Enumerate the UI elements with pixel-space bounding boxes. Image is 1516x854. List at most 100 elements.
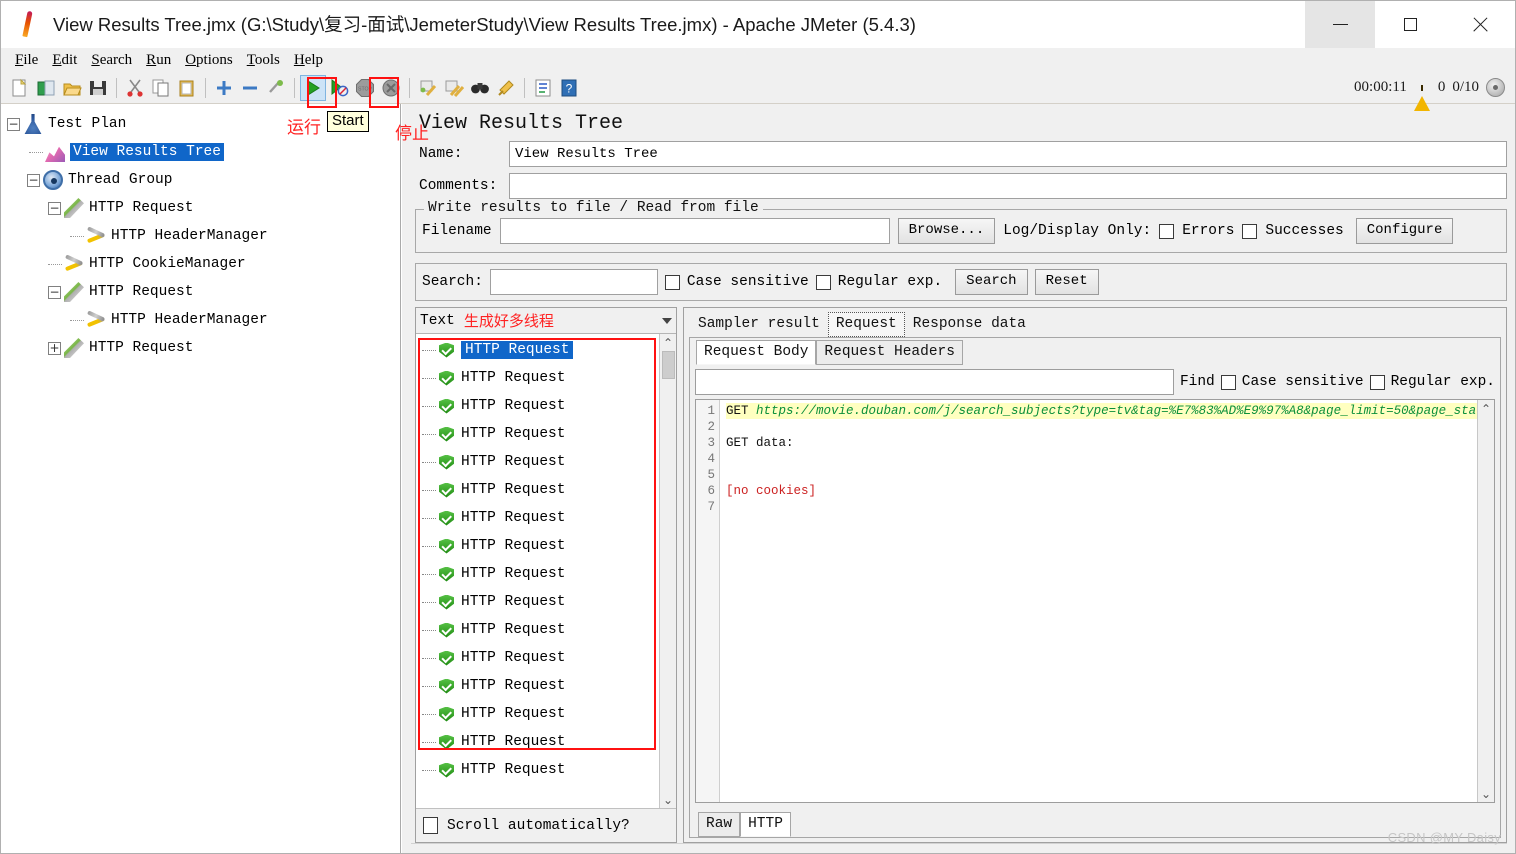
collapse-all-icon[interactable] xyxy=(237,75,263,101)
result-list-item[interactable]: HTTP Request xyxy=(416,672,659,700)
filename-input[interactable] xyxy=(499,218,890,244)
tree-node-http-request-3[interactable]: + HTTP Request xyxy=(7,334,400,362)
toolbar: STOP ? 00:00:11 0 0/10 xyxy=(1,72,1515,111)
new-icon[interactable] xyxy=(7,75,33,101)
menu-help[interactable]: Help xyxy=(287,52,330,69)
start-button[interactable] xyxy=(300,74,326,101)
tree-node-http-request-1[interactable]: − HTTP Request xyxy=(7,194,400,222)
tab-request-body[interactable]: Request Body xyxy=(696,340,817,365)
tab-raw[interactable]: Raw xyxy=(698,812,741,837)
expander-minus-icon[interactable]: − xyxy=(48,201,61,215)
result-list-item[interactable]: HTTP Request xyxy=(416,644,659,672)
successes-checkbox[interactable] xyxy=(1242,223,1258,239)
stop-button[interactable]: STOP xyxy=(352,75,378,101)
configure-button[interactable]: Configure xyxy=(1355,218,1454,244)
test-plan-tree[interactable]: − Test Plan View Results Tree − Thread G… xyxy=(1,104,401,853)
tree-node-cookie-manager[interactable]: HTTP CookieManager xyxy=(7,250,400,278)
tree-node-thread-group[interactable]: − Thread Group xyxy=(7,166,400,194)
result-list-item[interactable]: HTTP Request xyxy=(416,700,659,728)
renderer-select[interactable]: Text 生成好多线程 xyxy=(416,308,676,334)
cut-icon[interactable] xyxy=(122,75,148,101)
warning-icon[interactable] xyxy=(1413,80,1431,111)
result-list-item[interactable]: HTTP Request xyxy=(416,728,659,756)
result-list-item[interactable]: HTTP Request xyxy=(416,560,659,588)
search-regular-exp-checkbox[interactable] xyxy=(815,274,831,290)
result-items[interactable]: HTTP Request HTTP Request HTTP Request HTTP… xyxy=(416,334,659,808)
comments-input[interactable] xyxy=(509,173,1507,199)
expander-minus-icon[interactable]: − xyxy=(48,285,61,299)
menu-edit[interactable]: Edit xyxy=(45,52,84,69)
menu-file[interactable]: File xyxy=(8,52,45,69)
tree-node-view-results-tree[interactable]: View Results Tree xyxy=(7,138,400,166)
help-icon[interactable]: ? xyxy=(556,75,582,101)
result-list-item[interactable]: HTTP Request xyxy=(416,616,659,644)
name-input[interactable]: View Results Tree xyxy=(509,141,1507,167)
maximize-button[interactable] xyxy=(1375,1,1445,48)
search-button[interactable]: Search xyxy=(955,269,1028,295)
thread-indicator-icon[interactable] xyxy=(1486,78,1505,97)
templates-icon[interactable] xyxy=(33,75,59,101)
result-list-item[interactable]: HTTP Request xyxy=(416,504,659,532)
minimize-button[interactable] xyxy=(1305,0,1375,48)
expander-minus-icon[interactable]: − xyxy=(27,173,40,187)
jmeter-window: View Results Tree.jmx (G:\Study\复习-面试\Je… xyxy=(0,0,1516,854)
find-input[interactable] xyxy=(695,369,1174,395)
result-list-item[interactable]: HTTP Request xyxy=(416,756,659,784)
scroll-up-icon[interactable]: ⌃ xyxy=(660,334,677,351)
result-list-item[interactable]: HTTP Request xyxy=(416,336,659,364)
expander-minus-icon[interactable]: − xyxy=(7,117,20,131)
reset-button[interactable]: Reset xyxy=(1034,269,1099,295)
scroll-thumb[interactable] xyxy=(661,351,675,379)
code-content[interactable]: GET https://movie.douban.com/j/search_su… xyxy=(720,400,1477,802)
menu-options[interactable]: Options xyxy=(178,52,240,69)
browse-button[interactable]: Browse... xyxy=(897,218,996,244)
code-scrollbar[interactable]: ⌃ ⌄ xyxy=(1477,400,1494,802)
expander-plus-icon[interactable]: + xyxy=(48,341,61,355)
find-case-sensitive-checkbox[interactable] xyxy=(1220,374,1236,390)
binoculars-search-icon[interactable] xyxy=(467,75,493,101)
menu-tools[interactable]: Tools xyxy=(240,52,287,69)
tab-request-headers[interactable]: Request Headers xyxy=(816,340,963,365)
tab-http[interactable]: HTTP xyxy=(740,812,791,837)
result-list-item[interactable]: HTTP Request xyxy=(416,364,659,392)
scroll-up-icon[interactable]: ⌃ xyxy=(1478,400,1495,417)
tab-request[interactable]: Request xyxy=(827,312,905,337)
open-icon[interactable] xyxy=(59,75,85,101)
scroll-automatically-checkbox[interactable] xyxy=(423,817,438,834)
result-list-scrollbar[interactable]: ⌃ ⌄ xyxy=(659,334,676,808)
result-list-item[interactable]: HTTP Request xyxy=(416,392,659,420)
result-list-item[interactable]: HTTP Request xyxy=(416,420,659,448)
menu-run[interactable]: Run xyxy=(139,52,178,69)
close-button[interactable] xyxy=(1445,1,1515,48)
function-helper-icon[interactable] xyxy=(530,75,556,101)
result-list-item[interactable]: HTTP Request xyxy=(416,588,659,616)
shutdown-button[interactable] xyxy=(378,75,404,101)
tree-node-header-manager-2[interactable]: HTTP HeaderManager xyxy=(7,306,400,334)
result-list-item[interactable]: HTTP Request xyxy=(416,476,659,504)
paste-icon[interactable] xyxy=(174,75,200,101)
save-icon[interactable] xyxy=(85,75,111,101)
errors-checkbox[interactable] xyxy=(1159,223,1175,239)
request-body-viewer[interactable]: 1 2 3 4 5 6 7 GET https://movie.douban.com/j/s… xyxy=(695,399,1495,803)
toggle-icon[interactable] xyxy=(263,75,289,101)
clear-all-icon[interactable] xyxy=(441,75,467,101)
result-list-body[interactable]: HTTP Request HTTP Request HTTP Request HTTP… xyxy=(416,334,676,808)
search-case-sensitive-checkbox[interactable] xyxy=(664,274,680,290)
search-input[interactable] xyxy=(489,269,658,295)
tree-node-http-request-2[interactable]: − HTTP Request xyxy=(7,278,400,306)
search-reset-broom-icon[interactable] xyxy=(493,75,519,101)
tab-sampler-result[interactable]: Sampler result xyxy=(690,312,828,337)
tab-response-data[interactable]: Response data xyxy=(905,312,1034,337)
clear-icon[interactable] xyxy=(415,75,441,101)
scroll-down-icon[interactable]: ⌄ xyxy=(660,791,677,808)
menu-search[interactable]: Search xyxy=(84,52,139,69)
result-list-item[interactable]: HTTP Request xyxy=(416,532,659,560)
start-no-pauses-button[interactable] xyxy=(326,75,352,101)
result-list-item[interactable]: HTTP Request xyxy=(416,448,659,476)
scroll-down-icon[interactable]: ⌄ xyxy=(1478,785,1495,802)
split-divider[interactable] xyxy=(401,104,409,853)
tree-node-header-manager-1[interactable]: HTTP HeaderManager xyxy=(7,222,400,250)
find-regular-exp-checkbox[interactable] xyxy=(1369,374,1385,390)
expand-all-icon[interactable] xyxy=(211,75,237,101)
copy-icon[interactable] xyxy=(148,75,174,101)
